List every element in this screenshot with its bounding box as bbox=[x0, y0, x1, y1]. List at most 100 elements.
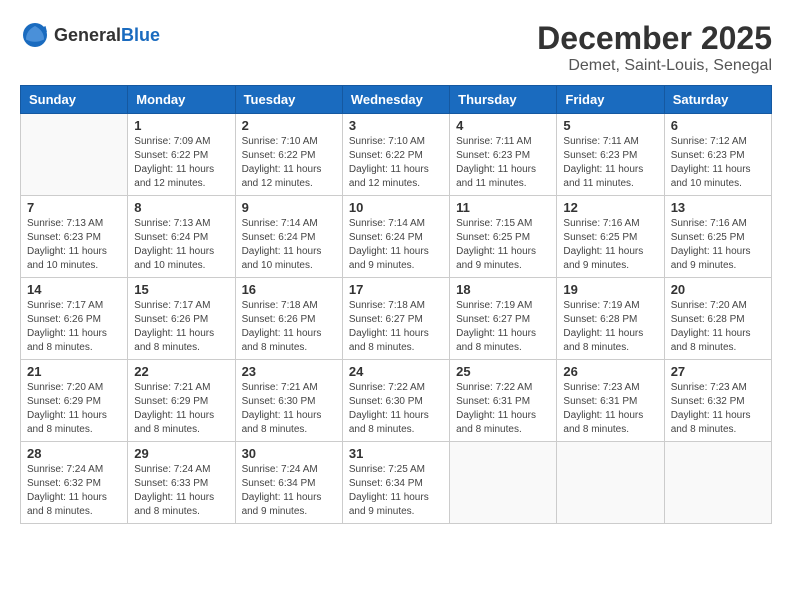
day-info: Sunrise: 7:16 AMSunset: 6:25 PMDaylight:… bbox=[563, 217, 657, 273]
calendar-day-cell: 6 Sunrise: 7:12 AMSunset: 6:23 PMDaylight… bbox=[664, 114, 771, 196]
calendar-header-cell: Wednesday bbox=[342, 86, 449, 114]
month-title: December 2025 bbox=[537, 20, 772, 57]
calendar-day-cell: 29 Sunrise: 7:24 AMSunset: 6:33 PMDayligh… bbox=[128, 442, 235, 524]
day-info: Sunrise: 7:14 AMSunset: 6:24 PMDaylight:… bbox=[242, 217, 336, 273]
page-header: General Blue December 2025 Demet, Saint-… bbox=[20, 20, 772, 75]
day-info: Sunrise: 7:09 AMSunset: 6:22 PMDaylight:… bbox=[134, 135, 228, 191]
day-info: Sunrise: 7:24 AMSunset: 6:32 PMDaylight:… bbox=[27, 463, 121, 519]
day-info: Sunrise: 7:25 AMSunset: 6:34 PMDaylight:… bbox=[349, 463, 443, 519]
day-number: 16 bbox=[242, 282, 336, 297]
day-number: 23 bbox=[242, 364, 336, 379]
calendar-day-cell: 11Sunrise: 7:15 AMSunset: 6:25 PMDayligh… bbox=[450, 196, 557, 278]
calendar-day-cell: 19 Sunrise: 7:19 AMSunset: 6:28 PMDayligh… bbox=[557, 278, 664, 360]
calendar-day-cell: 5Sunrise: 7:11 AMSunset: 6:23 PMDaylight… bbox=[557, 114, 664, 196]
day-number: 5 bbox=[563, 118, 657, 133]
day-number: 7 bbox=[27, 200, 121, 215]
day-number: 25 bbox=[456, 364, 550, 379]
calendar-week-row: 1 Sunrise: 7:09 AMSunset: 6:22 PMDaylight… bbox=[21, 114, 772, 196]
day-number: 28 bbox=[27, 446, 121, 461]
calendar-header-cell: Friday bbox=[557, 86, 664, 114]
calendar-day-cell: 2Sunrise: 7:10 AMSunset: 6:22 PMDaylight… bbox=[235, 114, 342, 196]
calendar-header-cell: Tuesday bbox=[235, 86, 342, 114]
day-number: 13 bbox=[671, 200, 765, 215]
day-info: Sunrise: 7:13 AMSunset: 6:24 PMDaylight:… bbox=[134, 217, 228, 273]
calendar-header-cell: Monday bbox=[128, 86, 235, 114]
calendar-day-cell: 30Sunrise: 7:24 AMSunset: 6:34 PMDayligh… bbox=[235, 442, 342, 524]
calendar-day-cell: 15 Sunrise: 7:17 AMSunset: 6:26 PMDayligh… bbox=[128, 278, 235, 360]
calendar-day-cell bbox=[21, 114, 128, 196]
day-number: 3 bbox=[349, 118, 443, 133]
calendar-day-cell: 23 Sunrise: 7:21 AMSunset: 6:30 PMDayligh… bbox=[235, 360, 342, 442]
day-number: 22 bbox=[134, 364, 228, 379]
day-number: 26 bbox=[563, 364, 657, 379]
location-title: Demet, Saint-Louis, Senegal bbox=[537, 57, 772, 75]
logo-icon bbox=[20, 20, 50, 50]
day-number: 21 bbox=[27, 364, 121, 379]
day-number: 12 bbox=[563, 200, 657, 215]
day-info: Sunrise: 7:18 AMSunset: 6:26 PMDaylight:… bbox=[242, 299, 336, 355]
day-number: 27 bbox=[671, 364, 765, 379]
day-info: Sunrise: 7:24 AMSunset: 6:34 PMDaylight:… bbox=[242, 463, 336, 519]
logo-text-blue: Blue bbox=[121, 25, 160, 46]
day-number: 1 bbox=[134, 118, 228, 133]
day-number: 31 bbox=[349, 446, 443, 461]
day-info: Sunrise: 7:13 AMSunset: 6:23 PMDaylight:… bbox=[27, 217, 121, 273]
day-number: 17 bbox=[349, 282, 443, 297]
day-info: Sunrise: 7:17 AMSunset: 6:26 PMDaylight:… bbox=[134, 299, 228, 355]
calendar-day-cell: 8Sunrise: 7:13 AMSunset: 6:24 PMDaylight… bbox=[128, 196, 235, 278]
day-number: 11 bbox=[456, 200, 550, 215]
calendar-day-cell: 28 Sunrise: 7:24 AMSunset: 6:32 PMDayligh… bbox=[21, 442, 128, 524]
calendar-day-cell: 24Sunrise: 7:22 AMSunset: 6:30 PMDayligh… bbox=[342, 360, 449, 442]
day-info: Sunrise: 7:22 AMSunset: 6:30 PMDaylight:… bbox=[349, 381, 443, 437]
day-info: Sunrise: 7:16 AMSunset: 6:25 PMDaylight:… bbox=[671, 217, 765, 273]
calendar-day-cell bbox=[664, 442, 771, 524]
logo-text-general: General bbox=[54, 25, 121, 46]
calendar-day-cell: 25 Sunrise: 7:22 AMSunset: 6:31 PMDayligh… bbox=[450, 360, 557, 442]
day-info: Sunrise: 7:20 AMSunset: 6:29 PMDaylight:… bbox=[27, 381, 121, 437]
calendar-day-cell: 27Sunrise: 7:23 AMSunset: 6:32 PMDayligh… bbox=[664, 360, 771, 442]
calendar-day-cell bbox=[450, 442, 557, 524]
day-info: Sunrise: 7:21 AMSunset: 6:30 PMDaylight:… bbox=[242, 381, 336, 437]
calendar-day-cell: 18Sunrise: 7:19 AMSunset: 6:27 PMDayligh… bbox=[450, 278, 557, 360]
calendar-week-row: 21 Sunrise: 7:20 AMSunset: 6:29 PMDayligh… bbox=[21, 360, 772, 442]
day-info: Sunrise: 7:18 AMSunset: 6:27 PMDaylight:… bbox=[349, 299, 443, 355]
calendar-day-cell: 7 Sunrise: 7:13 AMSunset: 6:23 PMDaylight… bbox=[21, 196, 128, 278]
day-info: Sunrise: 7:19 AMSunset: 6:27 PMDaylight:… bbox=[456, 299, 550, 355]
day-number: 10 bbox=[349, 200, 443, 215]
calendar-week-row: 14 Sunrise: 7:17 AMSunset: 6:26 PMDayligh… bbox=[21, 278, 772, 360]
calendar-header-cell: Saturday bbox=[664, 86, 771, 114]
calendar-day-cell: 20 Sunrise: 7:20 AMSunset: 6:28 PMDayligh… bbox=[664, 278, 771, 360]
calendar-day-cell: 4Sunrise: 7:11 AMSunset: 6:23 PMDaylight… bbox=[450, 114, 557, 196]
calendar-week-row: 28 Sunrise: 7:24 AMSunset: 6:32 PMDayligh… bbox=[21, 442, 772, 524]
day-info: Sunrise: 7:19 AMSunset: 6:28 PMDaylight:… bbox=[563, 299, 657, 355]
day-info: Sunrise: 7:20 AMSunset: 6:28 PMDaylight:… bbox=[671, 299, 765, 355]
day-info: Sunrise: 7:23 AMSunset: 6:31 PMDaylight:… bbox=[563, 381, 657, 437]
calendar-week-row: 7 Sunrise: 7:13 AMSunset: 6:23 PMDaylight… bbox=[21, 196, 772, 278]
calendar-table: SundayMondayTuesdayWednesdayThursdayFrid… bbox=[20, 85, 772, 524]
day-info: Sunrise: 7:11 AMSunset: 6:23 PMDaylight:… bbox=[456, 135, 550, 191]
day-number: 15 bbox=[134, 282, 228, 297]
calendar-day-cell: 13 Sunrise: 7:16 AMSunset: 6:25 PMDayligh… bbox=[664, 196, 771, 278]
day-info: Sunrise: 7:14 AMSunset: 6:24 PMDaylight:… bbox=[349, 217, 443, 273]
calendar-day-cell: 9 Sunrise: 7:14 AMSunset: 6:24 PMDaylight… bbox=[235, 196, 342, 278]
day-info: Sunrise: 7:22 AMSunset: 6:31 PMDaylight:… bbox=[456, 381, 550, 437]
calendar-header-cell: Sunday bbox=[21, 86, 128, 114]
calendar-header-row: SundayMondayTuesdayWednesdayThursdayFrid… bbox=[21, 86, 772, 114]
calendar-body: 1 Sunrise: 7:09 AMSunset: 6:22 PMDaylight… bbox=[21, 114, 772, 524]
day-number: 9 bbox=[242, 200, 336, 215]
day-number: 14 bbox=[27, 282, 121, 297]
day-number: 6 bbox=[671, 118, 765, 133]
day-info: Sunrise: 7:10 AMSunset: 6:22 PMDaylight:… bbox=[242, 135, 336, 191]
calendar-day-cell: 17 Sunrise: 7:18 AMSunset: 6:27 PMDayligh… bbox=[342, 278, 449, 360]
day-number: 20 bbox=[671, 282, 765, 297]
calendar-day-cell: 12 Sunrise: 7:16 AMSunset: 6:25 PMDayligh… bbox=[557, 196, 664, 278]
day-number: 29 bbox=[134, 446, 228, 461]
calendar-day-cell: 3Sunrise: 7:10 AMSunset: 6:22 PMDaylight… bbox=[342, 114, 449, 196]
day-info: Sunrise: 7:24 AMSunset: 6:33 PMDaylight:… bbox=[134, 463, 228, 519]
day-number: 19 bbox=[563, 282, 657, 297]
calendar-day-cell: 31 Sunrise: 7:25 AMSunset: 6:34 PMDayligh… bbox=[342, 442, 449, 524]
title-area: December 2025 Demet, Saint-Louis, Senega… bbox=[537, 20, 772, 75]
day-info: Sunrise: 7:21 AMSunset: 6:29 PMDaylight:… bbox=[134, 381, 228, 437]
logo: General Blue bbox=[20, 20, 160, 50]
day-info: Sunrise: 7:12 AMSunset: 6:23 PMDaylight:… bbox=[671, 135, 765, 191]
